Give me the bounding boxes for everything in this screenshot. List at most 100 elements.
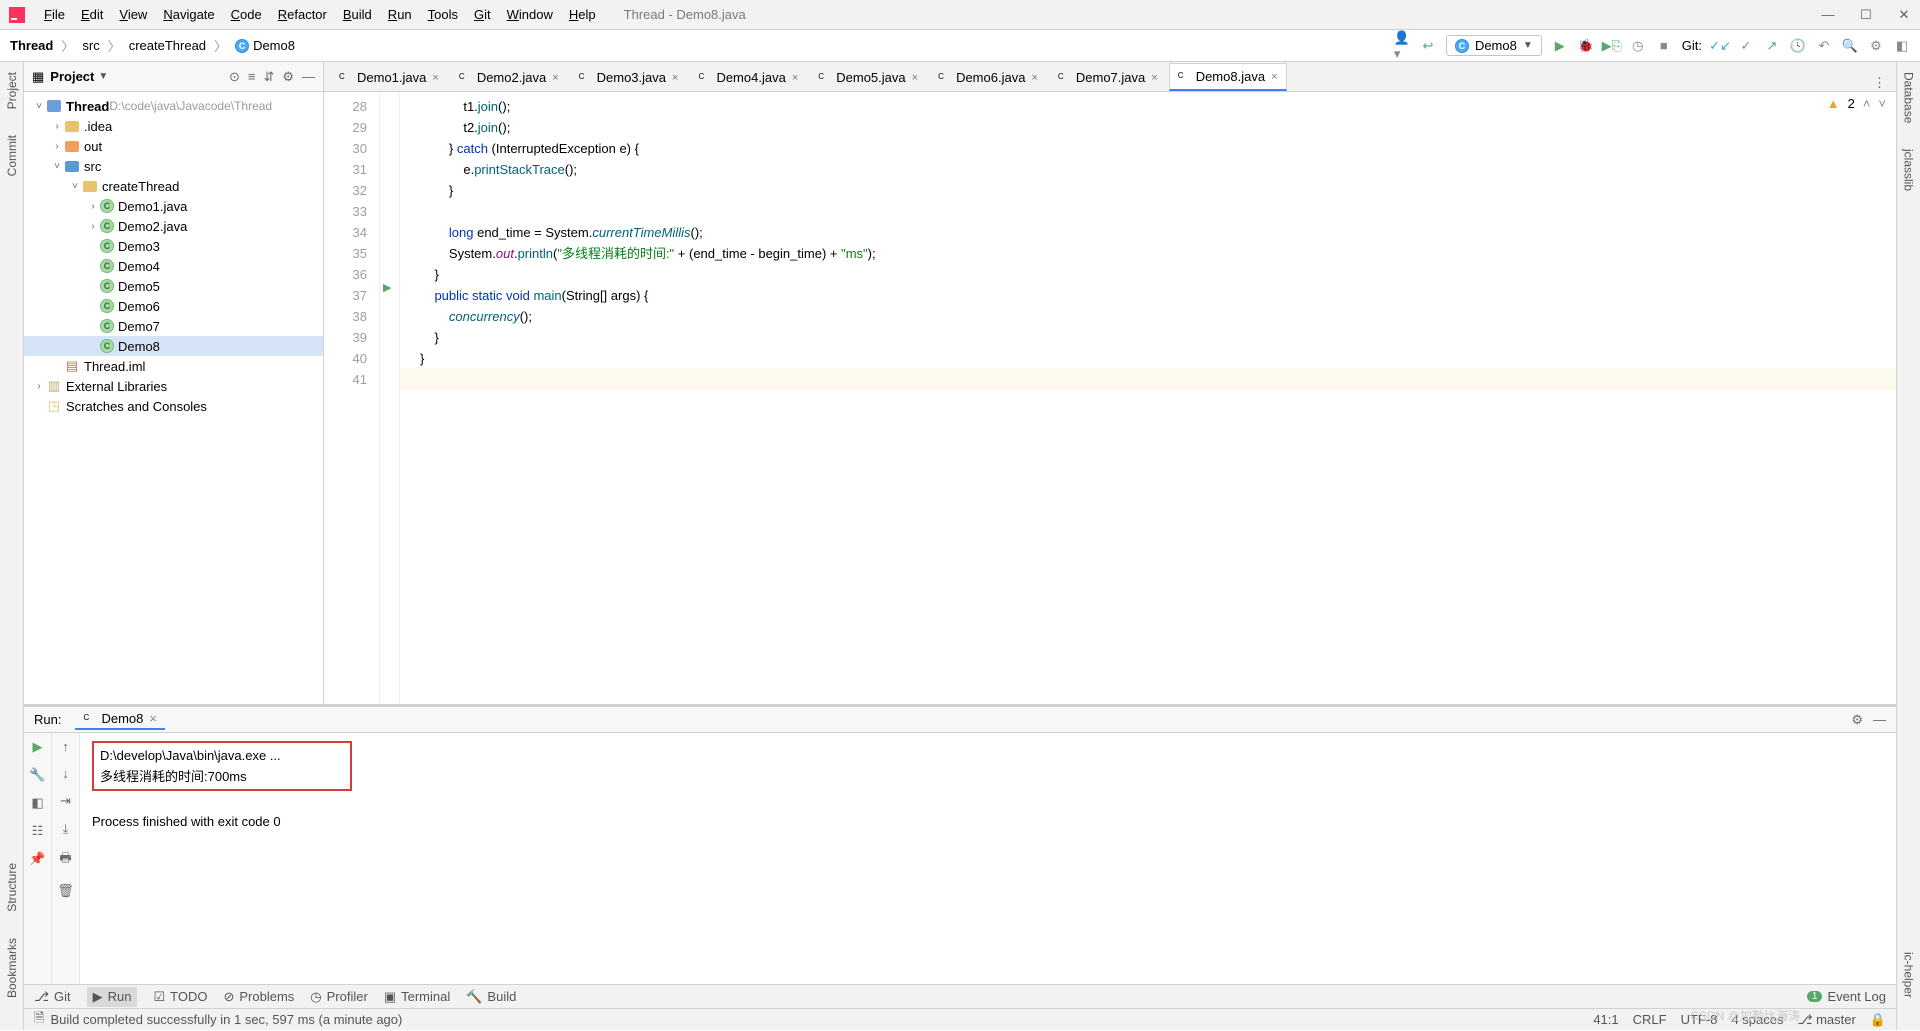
tree--idea[interactable]: ›.idea (24, 116, 323, 136)
tool-build[interactable]: 🔨 Build (466, 989, 516, 1005)
tree-out[interactable]: ›out (24, 136, 323, 156)
tree-src[interactable]: ˅src (24, 156, 323, 176)
run-tab[interactable]: C Demo8 × (75, 709, 165, 730)
soft-wrap-icon[interactable]: ⇥ (60, 793, 71, 809)
breadcrumb[interactable]: Thread〉src〉createThread〉CDemo8 (10, 36, 295, 55)
project-view-icon[interactable]: ▦ (32, 69, 44, 85)
crumb-createthread[interactable]: createThread (129, 38, 206, 53)
git-history-icon[interactable]: 🕓 (1790, 38, 1806, 54)
tab-demo4-java[interactable]: CDemo4.java× (689, 63, 807, 91)
tab-demo3-java[interactable]: CDemo3.java× (570, 63, 688, 91)
status-indent[interactable]: 4 spaces (1731, 1012, 1783, 1028)
run-hide-icon[interactable]: — (1873, 712, 1886, 728)
tree--b-thread-b-[interactable]: ˅Thread D:\code\java\Javacode\Thread (24, 96, 323, 116)
close-run-tab-icon[interactable]: × (149, 711, 157, 726)
ide-features-icon[interactable]: ◧ (1894, 38, 1910, 54)
crumb-thread[interactable]: Thread (10, 38, 53, 53)
tool-problems[interactable]: ⊘ Problems (223, 989, 294, 1005)
tool-run[interactable]: ▶ Run (87, 987, 138, 1007)
tree-demo2-java[interactable]: ›CDemo2.java (24, 216, 323, 236)
tree-demo3[interactable]: CDemo3 (24, 236, 323, 256)
git-update-icon[interactable]: ✓↙ (1712, 38, 1728, 54)
tree-demo4[interactable]: CDemo4 (24, 256, 323, 276)
tab-demo5-java[interactable]: CDemo5.java× (809, 63, 927, 91)
close-tab-icon[interactable]: × (672, 72, 678, 84)
scroll-up-icon[interactable]: ↑ (62, 739, 69, 754)
close-tab-icon[interactable]: × (792, 72, 798, 84)
tab-demo8-java[interactable]: CDemo8.java× (1169, 63, 1287, 91)
settings-icon[interactable]: ⚙ (1868, 38, 1884, 54)
menu-help[interactable]: Help (561, 7, 604, 22)
tool-commit[interactable]: Commit (5, 131, 19, 180)
tab-demo1-java[interactable]: CDemo1.java× (330, 63, 448, 91)
close-tab-icon[interactable]: × (1151, 72, 1157, 84)
scroll-end-icon[interactable]: ⤓ (63, 821, 69, 837)
tool-eventlog[interactable]: 1 Event Log (1807, 989, 1886, 1004)
select-opened-icon[interactable]: ⊙ (229, 69, 240, 85)
warning-badge-icon[interactable]: ▲ (1827, 96, 1840, 111)
close-tab-icon[interactable]: × (1031, 72, 1037, 84)
menu-edit[interactable]: Edit (73, 7, 111, 22)
tool-structure[interactable]: Structure (5, 859, 19, 916)
git-commit-icon[interactable]: ✓ (1738, 38, 1754, 54)
menu-navigate[interactable]: Navigate (155, 7, 222, 22)
status-lock-icon[interactable]: 🔒 (1870, 1012, 1886, 1028)
close-icon[interactable]: ✕ (1896, 7, 1912, 23)
settings-gear-icon[interactable]: ⚙ (282, 69, 294, 85)
run-config-combo[interactable]: CDemo8▼ (1446, 35, 1542, 56)
coverage-icon[interactable]: ▶⎘ (1604, 38, 1620, 54)
project-title[interactable]: Project (50, 69, 94, 84)
status-eol[interactable]: CRLF (1633, 1012, 1667, 1028)
tree-external-libraries[interactable]: ›▥External Libraries (24, 376, 323, 396)
run-layout-icon[interactable]: ☷ (32, 823, 44, 839)
collapse-all-icon[interactable]: ⇵ (263, 69, 274, 85)
tree-demo1-java[interactable]: ›CDemo1.java (24, 196, 323, 216)
profile-icon[interactable]: ◷ (1630, 38, 1646, 54)
menu-file[interactable]: File (36, 7, 73, 22)
tool-jclasslib[interactable]: jclasslib (1902, 145, 1916, 195)
crumb-src[interactable]: src (82, 38, 99, 53)
inspect-down-icon[interactable]: ˅ (1878, 96, 1886, 111)
stop-icon[interactable]: ■ (1656, 38, 1672, 54)
run-icon[interactable]: ▶ (1552, 38, 1568, 54)
tree-demo6[interactable]: CDemo6 (24, 296, 323, 316)
menu-refactor[interactable]: Refactor (270, 7, 335, 22)
tabs-more-icon[interactable]: ⋮ (1863, 75, 1896, 91)
tree-scratches-and-consoles[interactable]: ◳Scratches and Consoles (24, 396, 323, 416)
git-push-icon[interactable]: ↗ (1764, 38, 1780, 54)
search-icon[interactable]: 🔍 (1842, 38, 1858, 54)
tool-bookmarks[interactable]: Bookmarks (5, 934, 19, 1002)
tool-todo[interactable]: ☑ TODO (153, 989, 207, 1005)
menu-window[interactable]: Window (499, 7, 561, 22)
run-tools-icon[interactable]: 🔧 (29, 767, 45, 783)
run-settings-icon[interactable]: ⚙ (1851, 712, 1863, 728)
tool-git[interactable]: ⎇ Git (34, 989, 71, 1005)
status-caret[interactable]: 41:1 (1593, 1012, 1618, 1028)
crumb-demo8[interactable]: Demo8 (253, 38, 295, 53)
tree-demo7[interactable]: CDemo7 (24, 316, 323, 336)
tree-createthread[interactable]: ˅createThread (24, 176, 323, 196)
menu-build[interactable]: Build (335, 7, 380, 22)
run-stop-icon[interactable]: ◧ (31, 795, 43, 811)
debug-icon[interactable]: 🐞 (1578, 38, 1594, 54)
clear-icon[interactable]: 🗑 (57, 883, 74, 899)
status-encoding[interactable]: UTF-8 (1681, 1012, 1718, 1028)
print-icon[interactable]: 🖶 (59, 849, 71, 871)
tree-thread-iml[interactable]: ▤Thread.iml (24, 356, 323, 376)
tool-terminal[interactable]: ▣ Terminal (384, 989, 450, 1005)
tool-ichelper[interactable]: ic-helper (1902, 948, 1916, 1002)
status-branch[interactable]: ⎇ master (1797, 1012, 1855, 1028)
minimize-icon[interactable]: — (1820, 7, 1836, 23)
tree-demo5[interactable]: CDemo5 (24, 276, 323, 296)
maximize-icon[interactable]: ☐ (1858, 7, 1874, 23)
hide-icon[interactable]: — (302, 69, 315, 85)
tree-demo8[interactable]: CDemo8 (24, 336, 323, 356)
tool-project[interactable]: Project (5, 68, 19, 113)
tool-profiler[interactable]: ◷ Profiler (310, 989, 368, 1005)
tab-demo2-java[interactable]: CDemo2.java× (450, 63, 568, 91)
rerun-icon[interactable]: ▶ (33, 739, 43, 755)
project-tree[interactable]: ˅Thread D:\code\java\Javacode\Thread›.id… (24, 92, 323, 704)
scroll-down-icon[interactable]: ↓ (62, 766, 69, 781)
tab-demo7-java[interactable]: CDemo7.java× (1049, 63, 1167, 91)
close-tab-icon[interactable]: × (1271, 71, 1277, 83)
